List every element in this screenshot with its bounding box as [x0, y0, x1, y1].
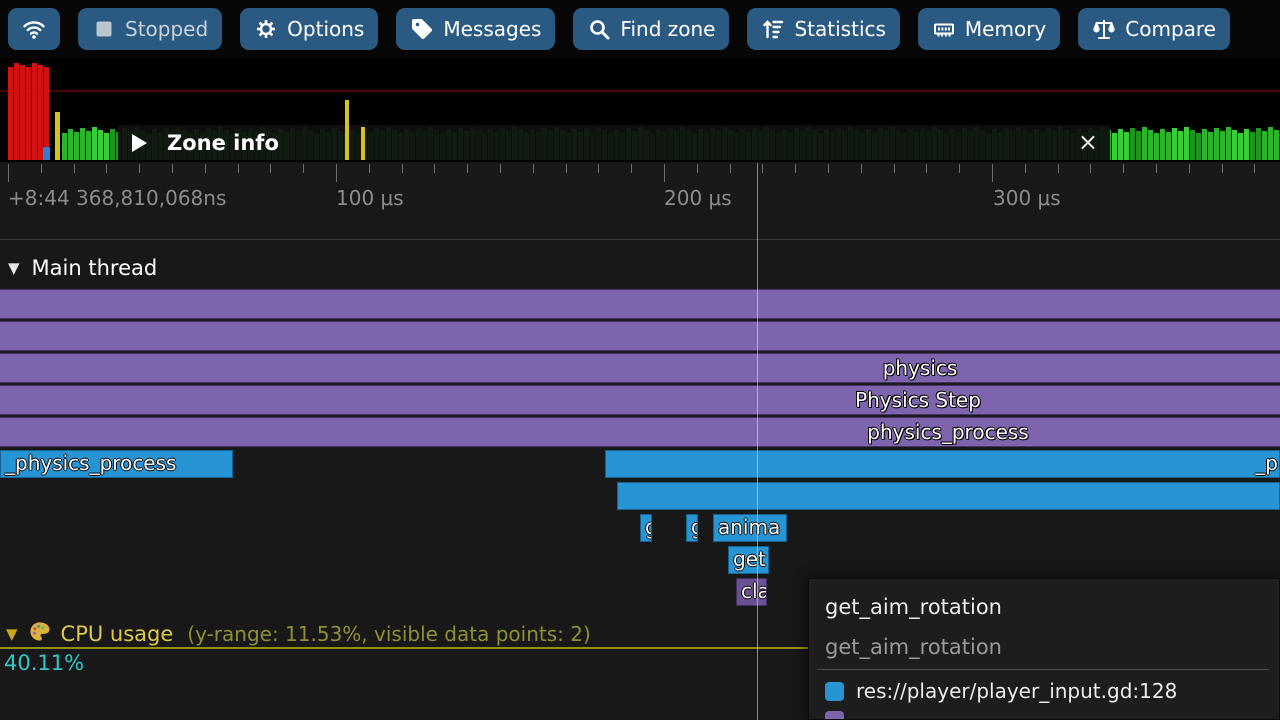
collapse-arrow-icon[interactable]: ▼	[6, 625, 18, 643]
memory-button[interactable]: Memory	[918, 8, 1060, 50]
compare-button[interactable]: Compare	[1078, 8, 1230, 50]
zone-label-physics: physics	[883, 356, 958, 380]
cpu-usage-title: CPU usage	[61, 622, 174, 646]
toolbar: Stopped Options Messages Find zone Stati…	[0, 0, 1280, 58]
zone-bar-anim[interactable]: anima	[713, 514, 787, 542]
time-ruler[interactable]: +8:44 368,810,068ns 100 μs 200 μs 300 μs	[0, 162, 1280, 240]
sort-icon	[761, 17, 785, 41]
tooltip-zone-name: get_aim_rotation	[825, 595, 1002, 619]
zone-bar-physics-process-right[interactable]: _p	[605, 450, 1280, 478]
frame-timeline[interactable]: Zone info ×	[0, 58, 1280, 162]
stopped-button[interactable]: Stopped	[78, 8, 222, 50]
gear-icon	[254, 17, 278, 41]
zone-info-title: Zone info	[167, 131, 279, 155]
statistics-label: Statistics	[794, 17, 885, 41]
stop-icon	[92, 17, 116, 41]
tags-icon	[410, 17, 434, 41]
frame-bar-blue	[43, 147, 50, 160]
tooltip-function-name: get_aim_rotation	[825, 635, 1002, 659]
zone-color-swatch-purple	[825, 711, 844, 720]
stopped-label: Stopped	[125, 17, 208, 41]
messages-button[interactable]: Messages	[396, 8, 555, 50]
ruler-origin-label: +8:44 368,810,068ns	[8, 186, 226, 210]
tooltip-parent-row	[825, 711, 844, 720]
zone-info-titlebar[interactable]: Zone info ×	[118, 125, 1110, 160]
crosshair-line	[757, 163, 758, 720]
cpu-usage-header[interactable]: ▼ CPU usage (y-range: 11.53%, visible da…	[6, 620, 591, 647]
zone-bar-tiny[interactable]: g	[640, 514, 652, 542]
cpu-usage-value: 40.11%	[4, 651, 84, 675]
zone-row[interactable]	[0, 321, 1280, 351]
cpu-usage-meta: (y-range: 11.53%, visible data points: 2…	[187, 622, 590, 646]
tooltip-source-row: res://player/player_input.gd:128	[825, 679, 1177, 703]
zone-bar-physics-process-left[interactable]: _physics_process	[0, 450, 233, 478]
close-icon[interactable]: ×	[1078, 127, 1098, 157]
zone-row[interactable]	[0, 289, 1280, 319]
scales-icon	[1092, 17, 1116, 41]
frame-bar-yellow	[345, 100, 349, 160]
wifi-icon	[22, 17, 46, 41]
zone-bar-child[interactable]	[617, 482, 1280, 510]
collapse-arrow-icon[interactable]: ▼	[8, 259, 20, 277]
options-button[interactable]: Options	[240, 8, 378, 50]
zone-row[interactable]	[0, 353, 1280, 383]
tooltip-source-location: res://player/player_input.gd:128	[856, 679, 1177, 703]
timeline[interactable]: ▼ Main thread physics Physics Step physi…	[0, 240, 1280, 618]
ruler-tick-label: 300 μs	[993, 186, 1061, 210]
ruler-tick-label: 200 μs	[664, 186, 732, 210]
zone-color-swatch	[825, 682, 844, 701]
zone-bar-tiny[interactable]: g	[686, 514, 698, 542]
thread-header[interactable]: ▼ Main thread	[8, 256, 157, 280]
thread-label: Main thread	[32, 256, 158, 280]
zone-label-physics-process: physics_process	[867, 420, 1028, 444]
tooltip-divider	[817, 669, 1269, 670]
zone-label-physics-step: Physics Step	[855, 388, 981, 412]
search-icon	[587, 17, 611, 41]
profiler-window: Stopped Options Messages Find zone Stati…	[0, 0, 1280, 720]
compare-label: Compare	[1125, 17, 1216, 41]
find-zone-button[interactable]: Find zone	[573, 8, 729, 50]
frame-bar-yellow	[361, 127, 365, 160]
find-zone-label: Find zone	[620, 17, 715, 41]
options-label: Options	[287, 17, 364, 41]
palette-icon	[28, 620, 51, 647]
ruler-tick-label: 100 μs	[336, 186, 404, 210]
zone-row[interactable]	[0, 385, 1280, 415]
statistics-button[interactable]: Statistics	[747, 8, 899, 50]
zone-tooltip: get_aim_rotation get_aim_rotation res://…	[808, 578, 1280, 720]
messages-label: Messages	[443, 17, 541, 41]
play-icon	[132, 134, 147, 152]
frame-bar-yellow	[55, 112, 60, 160]
zone-bar-cla[interactable]: cla	[736, 578, 767, 606]
connection-button[interactable]	[8, 8, 60, 50]
zone-bar-get[interactable]: get	[728, 546, 769, 574]
memory-label: Memory	[965, 17, 1046, 41]
memory-icon	[932, 17, 956, 41]
zone-row[interactable]	[0, 417, 1280, 447]
